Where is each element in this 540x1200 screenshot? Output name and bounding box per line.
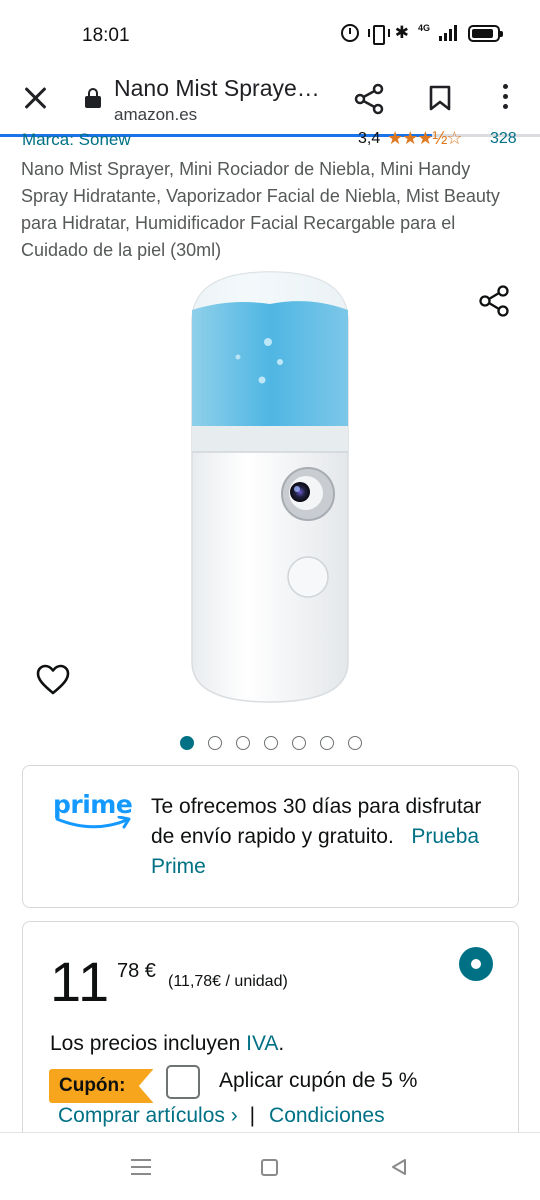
carousel-dot[interactable] [208, 736, 222, 750]
tax-link[interactable]: IVA [246, 1032, 278, 1055]
link-separator: | [249, 1104, 256, 1127]
home-icon[interactable] [261, 1159, 278, 1176]
purchase-option-radio[interactable] [459, 947, 493, 981]
bookmark-icon[interactable] [429, 85, 451, 111]
brand-link[interactable]: Marca: Sonew [22, 130, 131, 150]
unit-price: (11,78€ / unidad) [168, 973, 288, 990]
image-share-icon[interactable] [476, 283, 512, 319]
prime-smile-icon [55, 816, 131, 829]
carousel-dot[interactable] [180, 736, 194, 750]
heart-icon[interactable] [36, 664, 70, 696]
carousel-dot[interactable] [264, 736, 278, 750]
conditions-link[interactable]: Condiciones [269, 1104, 385, 1127]
status-bar: 18:01 ✱ 4G [0, 0, 540, 68]
rating-stars-icon[interactable]: ★★★½☆ [387, 128, 463, 149]
carousel-dot[interactable] [348, 736, 362, 750]
signal-icon [439, 25, 457, 41]
carousel-dot[interactable] [292, 736, 306, 750]
image-carousel-dots[interactable] [0, 736, 540, 750]
vibrate-icon [367, 24, 390, 45]
coupon-text[interactable]: Aplicar cupón de 5 % [219, 1069, 417, 1093]
carousel-dot[interactable] [320, 736, 334, 750]
network-type: 4G [417, 22, 430, 33]
battery-icon [468, 24, 503, 42]
tax-text: Los precios incluyen [50, 1032, 241, 1055]
prime-logo-text: prime [53, 790, 133, 819]
tax-end: . [278, 1032, 285, 1055]
back-icon[interactable] [390, 1158, 408, 1176]
page-title[interactable]: Nano Mist Spraye… [114, 75, 320, 102]
product-title: Nano Mist Sprayer, Mini Rociador de Nieb… [21, 159, 500, 260]
rating-count-link[interactable]: 328 [490, 130, 517, 148]
bluetooth-icon: ✱ [394, 23, 409, 42]
close-icon[interactable] [22, 84, 50, 112]
price-fraction: 78 € [117, 960, 156, 982]
browser-toolbar: Nano Mist Spraye… amazon.es [0, 68, 540, 137]
lock-icon[interactable] [84, 88, 102, 108]
coupon-checkbox[interactable] [166, 1065, 200, 1099]
share-icon[interactable] [352, 82, 386, 116]
product-image[interactable] [150, 262, 390, 712]
price-card: 11 78 € (11,78€ / unidad) Los precios in… [22, 921, 519, 1151]
system-nav-bar [0, 1132, 540, 1200]
more-options-icon[interactable] [500, 84, 510, 112]
buy-items-link[interactable]: Comprar artículos › [58, 1104, 238, 1127]
page-url[interactable]: amazon.es [114, 105, 197, 125]
prime-message: Te ofrecemos 30 días para disfrutar de e… [151, 792, 496, 882]
prime-logo: prime [53, 790, 133, 834]
alarm-icon [340, 24, 359, 42]
brand-rating-line: Marca: Sonew 3,4 ★★★½☆ 328 [0, 128, 540, 150]
tax-line: Los precios incluyen IVA. [50, 1032, 284, 1056]
coupon-links: Comprar artículos › | Condiciones [58, 1104, 385, 1128]
status-time: 18:01 [82, 25, 130, 46]
rating-value: 3,4 [358, 130, 381, 147]
carousel-dot[interactable] [236, 736, 250, 750]
prime-offer-card: prime Te ofrecemos 30 días para disfruta… [22, 765, 519, 908]
price-whole: 11 [50, 950, 111, 1013]
status-icons: ✱ 4G [340, 22, 503, 45]
coupon-badge: Cupón: [49, 1069, 154, 1103]
recent-apps-icon[interactable] [131, 1159, 151, 1175]
